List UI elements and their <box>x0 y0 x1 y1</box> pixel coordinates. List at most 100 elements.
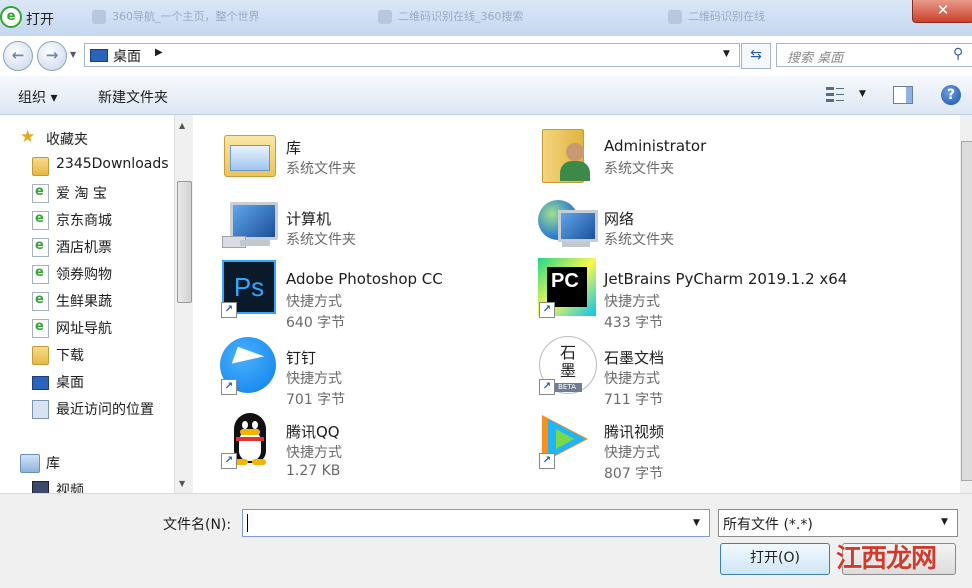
nav-scroll-thumb[interactable] <box>177 181 192 303</box>
file-item-qq[interactable]: ↗ 腾讯QQ 快捷方式 1.27 KB <box>193 399 503 479</box>
shortcut-arrow-icon: ↗ <box>221 302 237 318</box>
video-library-icon <box>32 481 49 493</box>
open-button[interactable]: 打开(O) <box>720 543 830 575</box>
view-dropdown-icon[interactable]: ▼ <box>859 89 866 99</box>
file-type: 系统文件夹 <box>286 161 356 177</box>
desktop-icon <box>32 376 49 390</box>
filename-input[interactable]: ▼ <box>242 509 710 537</box>
search-icon[interactable]: ⚲ <box>953 46 963 62</box>
file-list[interactable]: 库 系统文件夹 Administrator 系统文件夹 计算机 系统文件夹 网络… <box>193 115 960 493</box>
file-list-scrollbar[interactable] <box>960 115 972 493</box>
nav-scrollbar[interactable]: ▲ ▼ <box>174 115 193 493</box>
file-type: 快捷方式 <box>604 294 660 310</box>
background-tab: 二维码识别在线_360搜索 <box>378 8 524 28</box>
nav-item-label: 京东商城 <box>56 213 112 229</box>
refresh-button[interactable]: ⇆ <box>741 43 771 69</box>
forward-button[interactable]: → <box>37 41 67 71</box>
file-item-administrator[interactable]: Administrator 系统文件夹 <box>511 115 821 185</box>
library-icon <box>20 454 40 473</box>
recent-pages-dropdown[interactable]: ▼ <box>70 50 76 59</box>
filename-label: 文件名(N): <box>163 517 232 533</box>
file-item-photoshop[interactable]: Ps ↗ Adobe Photoshop CC 快捷方式 640 字节 <box>193 248 503 331</box>
text-caret <box>247 514 248 532</box>
background-tab: 二维码识别在线 <box>668 8 765 28</box>
computer-icon <box>220 196 278 254</box>
file-item-dingtalk[interactable]: ↗ 钉钉 快捷方式 701 字节 <box>193 325 503 408</box>
navigation-pane[interactable]: ★ 收藏夹 2345Downloads 爱 淘 宝 京东商城 酒店机票 领券购物… <box>0 115 174 493</box>
filetype-dropdown-icon[interactable]: ▼ <box>941 517 948 527</box>
nav-item-2345downloads[interactable]: 2345Downloads <box>0 152 174 178</box>
nav-item-hotel-tickets[interactable]: 酒店机票 <box>0 233 174 259</box>
breadcrumb-arrow-icon[interactable]: ▶ <box>155 47 163 58</box>
file-type: 快捷方式 <box>604 371 660 387</box>
preview-pane-icon[interactable] <box>893 86 913 104</box>
file-item-network[interactable]: 网络 系统文件夹 <box>511 186 821 256</box>
nav-libraries-label: 库 <box>46 456 60 472</box>
nav-item-fresh-produce[interactable]: 生鲜果蔬 <box>0 287 174 313</box>
search-input[interactable]: 搜索 桌面 ⚲ <box>776 43 972 67</box>
recent-places-icon <box>32 400 49 419</box>
address-location[interactable]: 桌面 <box>113 46 141 66</box>
nav-item-jd[interactable]: 京东商城 <box>0 206 174 232</box>
browser-icon: e <box>0 6 22 28</box>
photoshop-icon: Ps ↗ <box>220 258 278 318</box>
nav-item-url-nav[interactable]: 网址导航 <box>0 314 174 340</box>
organize-button[interactable]: 组织 ▾ <box>18 87 57 107</box>
file-list-scroll-thumb[interactable] <box>961 141 972 481</box>
nav-item-label: 下载 <box>56 348 84 364</box>
ie-shortcut-icon <box>32 319 49 338</box>
nav-item-desktop[interactable]: 桌面 <box>0 368 174 394</box>
filetype-select[interactable]: 所有文件 (*.*) ▼ <box>718 509 958 537</box>
nav-item-label: 生鲜果蔬 <box>56 294 112 310</box>
file-type: 快捷方式 <box>286 371 342 387</box>
shortcut-arrow-icon: ↗ <box>539 302 555 318</box>
file-name: Administrator <box>604 137 707 155</box>
help-icon[interactable]: ? <box>941 85 961 105</box>
shortcut-arrow-icon: ↗ <box>539 379 555 395</box>
title-bar: e 打开 360导航_一个主页，整个世界 二维码识别在线_360搜索 二维码识别… <box>0 0 972 36</box>
nav-item-label: 领券购物 <box>56 267 112 283</box>
nav-favorites[interactable]: ★ 收藏夹 <box>0 125 174 151</box>
file-name: 库 <box>286 139 302 157</box>
file-item-shimo[interactable]: 石 墨 BETA ↗ 石墨文档 快捷方式 711 字节 <box>511 325 821 408</box>
nav-libraries[interactable]: 库 <box>0 449 174 475</box>
file-item-tencent-video[interactable]: ↗ 腾讯视频 快捷方式 807 字节 <box>511 399 821 482</box>
nav-item-downloads[interactable]: 下载 <box>0 341 174 367</box>
scroll-up-icon[interactable]: ▲ <box>179 121 185 130</box>
nav-favorites-label: 收藏夹 <box>46 132 88 148</box>
new-folder-button[interactable]: 新建文件夹 <box>98 87 168 107</box>
file-type: 系统文件夹 <box>604 161 674 177</box>
file-name: 石墨文档 <box>604 349 665 367</box>
dialog-footer: 文件名(N): ▼ 所有文件 (*.*) ▼ 打开(O) <box>0 493 972 588</box>
nav-item-label: 2345Downloads <box>56 156 169 172</box>
close-button[interactable]: ✕ <box>912 0 972 23</box>
nav-item-recent[interactable]: 最近访问的位置 <box>0 395 174 421</box>
nav-item-label: 视频 <box>56 483 84 493</box>
nav-item-label: 桌面 <box>56 375 84 391</box>
file-type: 系统文件夹 <box>286 232 356 248</box>
nav-item-videos[interactable]: 视频 <box>0 476 174 493</box>
ie-shortcut-icon <box>32 238 49 257</box>
file-name: Adobe Photoshop CC <box>286 270 443 288</box>
site-watermark-logo: 江西龙网 <box>836 544 937 574</box>
file-name: 计算机 <box>286 210 332 228</box>
file-type: 快捷方式 <box>604 445 660 461</box>
address-dropdown-icon[interactable]: ▼ <box>723 49 730 59</box>
filename-dropdown-icon[interactable]: ▼ <box>693 518 700 528</box>
file-type: 快捷方式 <box>286 445 342 461</box>
nav-item-label: 酒店机票 <box>56 240 112 256</box>
background-tab: 360导航_一个主页，整个世界 <box>92 8 260 28</box>
nav-item-aitaobao[interactable]: 爱 淘 宝 <box>0 179 174 205</box>
file-item-library[interactable]: 库 系统文件夹 <box>193 115 503 185</box>
view-options-icon[interactable] <box>826 87 844 103</box>
file-item-pycharm[interactable]: PC ↗ JetBrains PyCharm 2019.1.2 x64 快捷方式… <box>511 248 847 331</box>
file-name: 网络 <box>604 210 635 228</box>
back-button[interactable]: ← <box>3 41 33 71</box>
nav-item-coupons[interactable]: 领券购物 <box>0 260 174 286</box>
scroll-down-icon[interactable]: ▼ <box>179 479 185 488</box>
address-bar[interactable]: 桌面 ▶ ▼ <box>84 43 740 67</box>
file-item-computer[interactable]: 计算机 系统文件夹 <box>193 186 503 256</box>
ie-shortcut-icon <box>32 292 49 311</box>
nav-item-label: 最近访问的位置 <box>56 402 154 418</box>
shortcut-arrow-icon: ↗ <box>221 453 237 469</box>
